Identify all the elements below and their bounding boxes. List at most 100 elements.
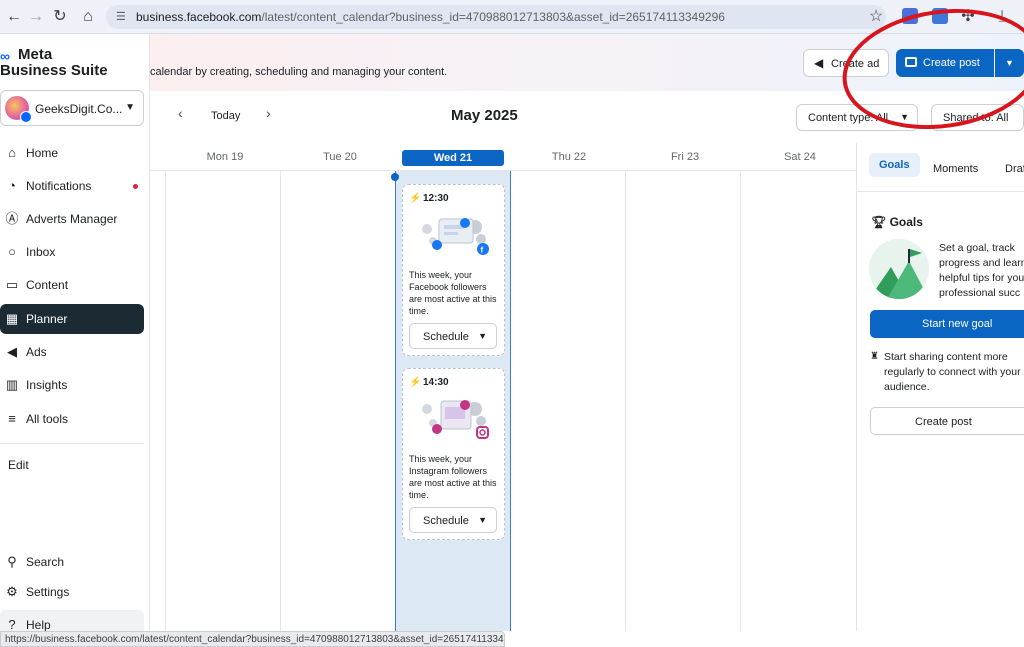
start-new-goal-button[interactable]: Start new goal [870, 310, 1024, 338]
logo-text-line1: Meta [18, 46, 53, 63]
column-divider [165, 171, 166, 631]
goals-text-line: progress and learn [939, 257, 1024, 269]
today-button[interactable]: Today [211, 110, 240, 122]
goals-description: Set a goal, track progress and learn hel… [939, 241, 1024, 301]
recommended-time-slot-facebook[interactable]: ⚡ 12:30 f This week, your Facebook follo… [402, 184, 505, 356]
share-text-line: Start sharing content more [884, 351, 1008, 363]
sidebar-item-label: Search [26, 555, 65, 569]
sidebar-item-ads[interactable]: ◀ Ads [0, 337, 144, 367]
share-text-line: audience. [884, 381, 930, 393]
goals-text-line: Set a goal, track [939, 242, 1015, 254]
lightning-icon: ⚡ [409, 377, 422, 388]
reload-icon[interactable]: ↻ [50, 7, 70, 27]
chevron-down-icon: ▼ [478, 331, 487, 341]
goals-title-text: Goals [889, 215, 923, 229]
lightning-icon: ⚡ [409, 193, 422, 204]
panel-create-post-label: Create post [915, 416, 972, 428]
sidebar-item-label: Adverts Manager [26, 212, 118, 226]
slot-description: This week, your Facebook followers are m… [409, 270, 497, 316]
chevron-left-icon[interactable]: ‹ [178, 105, 183, 121]
sidebar-item-notifications[interactable]: ◔ Notifications [0, 171, 144, 201]
link-status-bar: https://business.facebook.com/latest/con… [0, 631, 505, 647]
slot-description: This week, your Instagram followers are … [409, 454, 497, 500]
sidebar-item-label: Notifications [26, 179, 92, 193]
sidebar-item-search[interactable]: ⚲ Search [0, 547, 144, 577]
schedule-button[interactable]: Schedule ▼ [409, 323, 497, 349]
slot-time: 14:30 [423, 377, 449, 388]
facebook-illustration-icon: f [422, 218, 489, 255]
home-icon[interactable]: ⌂ [78, 7, 98, 27]
goal-mountain-illustration-icon [869, 239, 929, 299]
calendar-day-header: Mon 19 Tue 20 Wed 21 Thu 22 Fri 23 Sat 2… [150, 143, 856, 171]
notification-dot [133, 184, 138, 189]
menu-icon: ≡ [8, 411, 16, 426]
svg-text:f: f [481, 246, 484, 255]
instagram-illustration-icon [422, 400, 489, 439]
sidebar-item-insights[interactable]: ▥ Insights [0, 370, 144, 400]
sidebar-item-content[interactable]: ▭ Content [0, 270, 144, 300]
tab-divider [857, 191, 1024, 192]
account-name: GeeksDigit.Co... [35, 102, 123, 116]
forward-icon[interactable]: → [26, 7, 46, 27]
browser-toolbar: ← → ↻ ⌂ ☰ business.facebook.com/latest/c… [0, 0, 1024, 34]
sidebar-item-label: All tools [26, 412, 69, 426]
schedule-button[interactable]: Schedule ▼ [409, 507, 497, 533]
goals-text-line: helpful tips for your [939, 272, 1024, 284]
day-label: Fri 23 [670, 151, 700, 163]
chevron-right-icon[interactable]: › [266, 105, 271, 121]
day-label: Sat 24 [784, 151, 816, 163]
start-new-goal-label: Start new goal [922, 318, 993, 330]
logo-text-line2: Business Suite [0, 62, 108, 79]
chevron-down-icon: ▼ [125, 102, 135, 113]
address-bar[interactable]: ☰ business.facebook.com/latest/content_c… [106, 5, 886, 29]
sidebar-item-label: Home [26, 146, 59, 160]
search-icon: ⚲ [7, 554, 17, 569]
recommended-time-slot-instagram[interactable]: ⚡ 14:30 This week, your Instagram follow… [402, 368, 505, 540]
month-title: May 2025 [451, 107, 518, 124]
back-icon[interactable]: ← [4, 7, 24, 27]
megaphone-icon: ◀ [814, 56, 824, 70]
sidebar-item-settings[interactable]: ⚙ Settings [0, 577, 144, 607]
avatar [5, 96, 32, 123]
sidebar-item-label: Inbox [26, 245, 56, 259]
goals-heading: 🏆︎ Goals [871, 215, 923, 229]
edit-sidebar-link[interactable]: Edit [8, 458, 29, 472]
trophy-icon: 🏆︎ [871, 215, 890, 229]
tab-drafts[interactable]: Drafts [1005, 163, 1024, 175]
sidebar-item-adverts-manager[interactable]: Ⓐ Adverts Manager [0, 204, 144, 234]
tab-goals[interactable]: Goals [869, 153, 920, 177]
content-icon: ▭ [5, 277, 19, 292]
page-description: calendar by creating, scheduling and man… [150, 66, 448, 78]
day-label: Thu 22 [551, 151, 587, 163]
gear-icon: ⚙ [6, 584, 18, 599]
sidebar-item-label: Content [26, 278, 69, 292]
panel-create-post-button[interactable]: Create post [870, 407, 1024, 435]
calendar-grid-icon: ▦ [5, 311, 19, 326]
column-divider [625, 171, 626, 631]
chevron-down-icon: ▼ [478, 515, 487, 525]
sidebar-item-label: Insights [26, 378, 68, 392]
column-divider [280, 171, 281, 631]
goals-text-line: professional succ [939, 287, 1021, 299]
chat-bubble-icon: ○ [8, 244, 16, 259]
tab-moments[interactable]: Moments [933, 163, 978, 175]
sidebar-item-label: Help [26, 618, 51, 632]
schedule-label: Schedule [423, 515, 469, 527]
sidebar-item-all-tools[interactable]: ≡ All tools [0, 404, 144, 434]
sidebar-item-label: Ads [26, 345, 47, 359]
sidebar-item-planner[interactable]: ▦ Planner [0, 304, 144, 334]
sidebar-item-home[interactable]: ⌂ Home [0, 138, 144, 168]
account-switcher[interactable]: GeeksDigit.Co... ▼ [0, 90, 144, 126]
share-tip: Start sharing content more regularly to … [884, 350, 1024, 395]
slot-time: 12:30 [423, 193, 449, 204]
current-time-indicator [391, 173, 399, 181]
url-text: business.facebook.com/latest/content_cal… [136, 10, 725, 24]
share-text-line: regularly to connect with your [884, 366, 1021, 378]
bar-chart-icon: ▥ [5, 377, 19, 392]
column-divider [740, 171, 741, 631]
sidebar-item-inbox[interactable]: ○ Inbox [0, 237, 144, 267]
bookmark-star-icon[interactable]: ☆ [866, 7, 886, 27]
site-info-icon[interactable]: ☰ [116, 10, 126, 23]
adverts-manager-icon: Ⓐ [5, 211, 19, 226]
day-label: Tue 20 [323, 151, 357, 163]
